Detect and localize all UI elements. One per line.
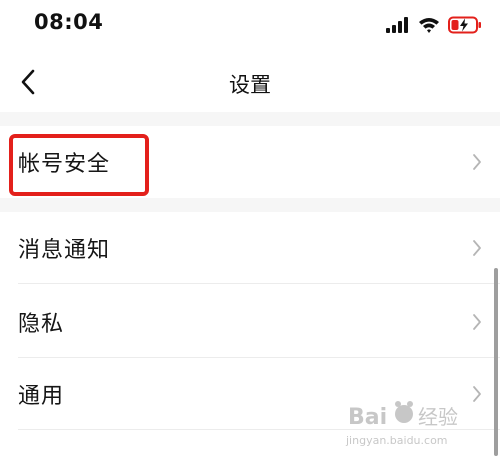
battery-charging-icon bbox=[448, 16, 481, 34]
page-title: 设置 bbox=[229, 73, 271, 97]
chevron-right-icon bbox=[473, 386, 481, 402]
nav-header: 设置 bbox=[0, 52, 500, 112]
settings-item-general[interactable]: 通用 bbox=[0, 358, 500, 430]
chevron-right-icon bbox=[473, 154, 481, 170]
wifi-icon bbox=[419, 18, 439, 33]
chevron-right-icon bbox=[473, 240, 481, 256]
status-time: 08:04 bbox=[34, 10, 104, 34]
settings-item-notifications[interactable]: 消息通知 bbox=[0, 212, 500, 284]
chevron-right-icon bbox=[473, 314, 481, 330]
status-bar: 08:04 bbox=[0, 0, 500, 52]
settings-item-label: 通用 bbox=[18, 384, 65, 409]
scrollbar[interactable] bbox=[494, 268, 498, 456]
row-divider bbox=[18, 283, 500, 284]
row-divider bbox=[18, 429, 500, 430]
settings-item-label: 消息通知 bbox=[18, 238, 111, 263]
svg-text:jingyan.baidu.com: jingyan.baidu.com bbox=[345, 434, 448, 447]
status-icons bbox=[386, 14, 482, 36]
settings-item-account-security[interactable]: 帐号安全 bbox=[0, 126, 500, 198]
section-gap bbox=[0, 198, 500, 212]
settings-item-label: 隐私 bbox=[18, 312, 65, 337]
section-gap bbox=[0, 112, 500, 126]
settings-item-label: 帐号安全 bbox=[18, 152, 111, 177]
settings-item-privacy[interactable]: 隐私 bbox=[0, 286, 500, 358]
signal-icon bbox=[386, 17, 408, 33]
